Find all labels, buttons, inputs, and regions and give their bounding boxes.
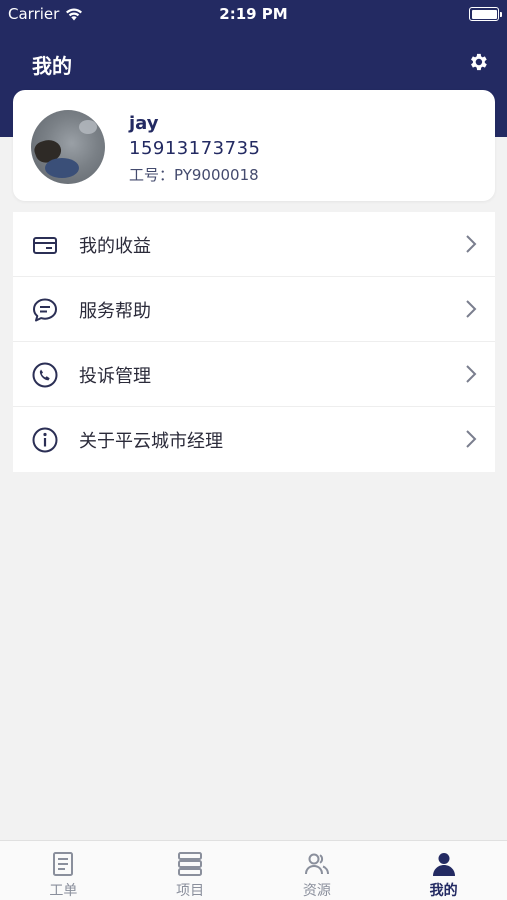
tab-work-orders[interactable]: 工单 — [0, 841, 127, 900]
menu-list: 我的收益 服务帮助 投诉管理 关于平云城市经理 — [13, 212, 495, 472]
chevron-right-icon — [466, 365, 477, 383]
chevron-right-icon — [466, 235, 477, 253]
menu-item-label: 关于平云城市经理 — [79, 431, 223, 452]
settings-button[interactable] — [465, 49, 491, 75]
profile-name: jay — [129, 113, 159, 134]
person-icon — [432, 853, 455, 876]
gear-icon — [471, 53, 487, 71]
battery-icon — [469, 7, 502, 21]
menu-item-label: 我的收益 — [79, 236, 151, 257]
menu-item-about[interactable]: 关于平云城市经理 — [13, 407, 495, 472]
card-icon — [33, 237, 57, 254]
tab-label: 资源 — [302, 883, 331, 899]
employee-id: 工号：PY9000018 — [129, 166, 259, 184]
tab-resources[interactable]: 资源 — [254, 841, 381, 900]
tab-label: 我的 — [429, 883, 458, 899]
document-icon — [53, 852, 74, 876]
tab-label: 项目 — [176, 883, 205, 899]
tab-bar: 工单 项目 资源 我的 — [0, 840, 507, 900]
info-icon — [32, 427, 58, 453]
status-time: 2:19 PM — [219, 5, 288, 23]
menu-item-label: 投诉管理 — [79, 366, 151, 387]
menu-item-service-help[interactable]: 服务帮助 — [13, 277, 495, 342]
users-icon — [304, 853, 329, 875]
page-title: 我的 — [32, 54, 72, 78]
avatar[interactable] — [31, 110, 105, 184]
menu-item-earnings[interactable]: 我的收益 — [13, 212, 495, 277]
menu-item-label: 服务帮助 — [79, 301, 151, 322]
profile-card[interactable]: jay 15913173735 工号：PY9000018 — [13, 90, 495, 201]
menu-item-complaints[interactable]: 投诉管理 — [13, 342, 495, 407]
chevron-right-icon — [466, 430, 477, 448]
chevron-right-icon — [466, 300, 477, 318]
tab-projects[interactable]: 项目 — [127, 841, 254, 900]
stack-icon — [178, 852, 203, 876]
tab-label: 工单 — [49, 883, 78, 899]
profile-phone: 15913173735 — [129, 138, 261, 159]
status-bar: Carrier 2:19 PM — [0, 0, 507, 28]
phone-icon — [32, 362, 58, 388]
chat-icon — [33, 298, 57, 322]
tab-mine[interactable]: 我的 — [380, 841, 507, 900]
